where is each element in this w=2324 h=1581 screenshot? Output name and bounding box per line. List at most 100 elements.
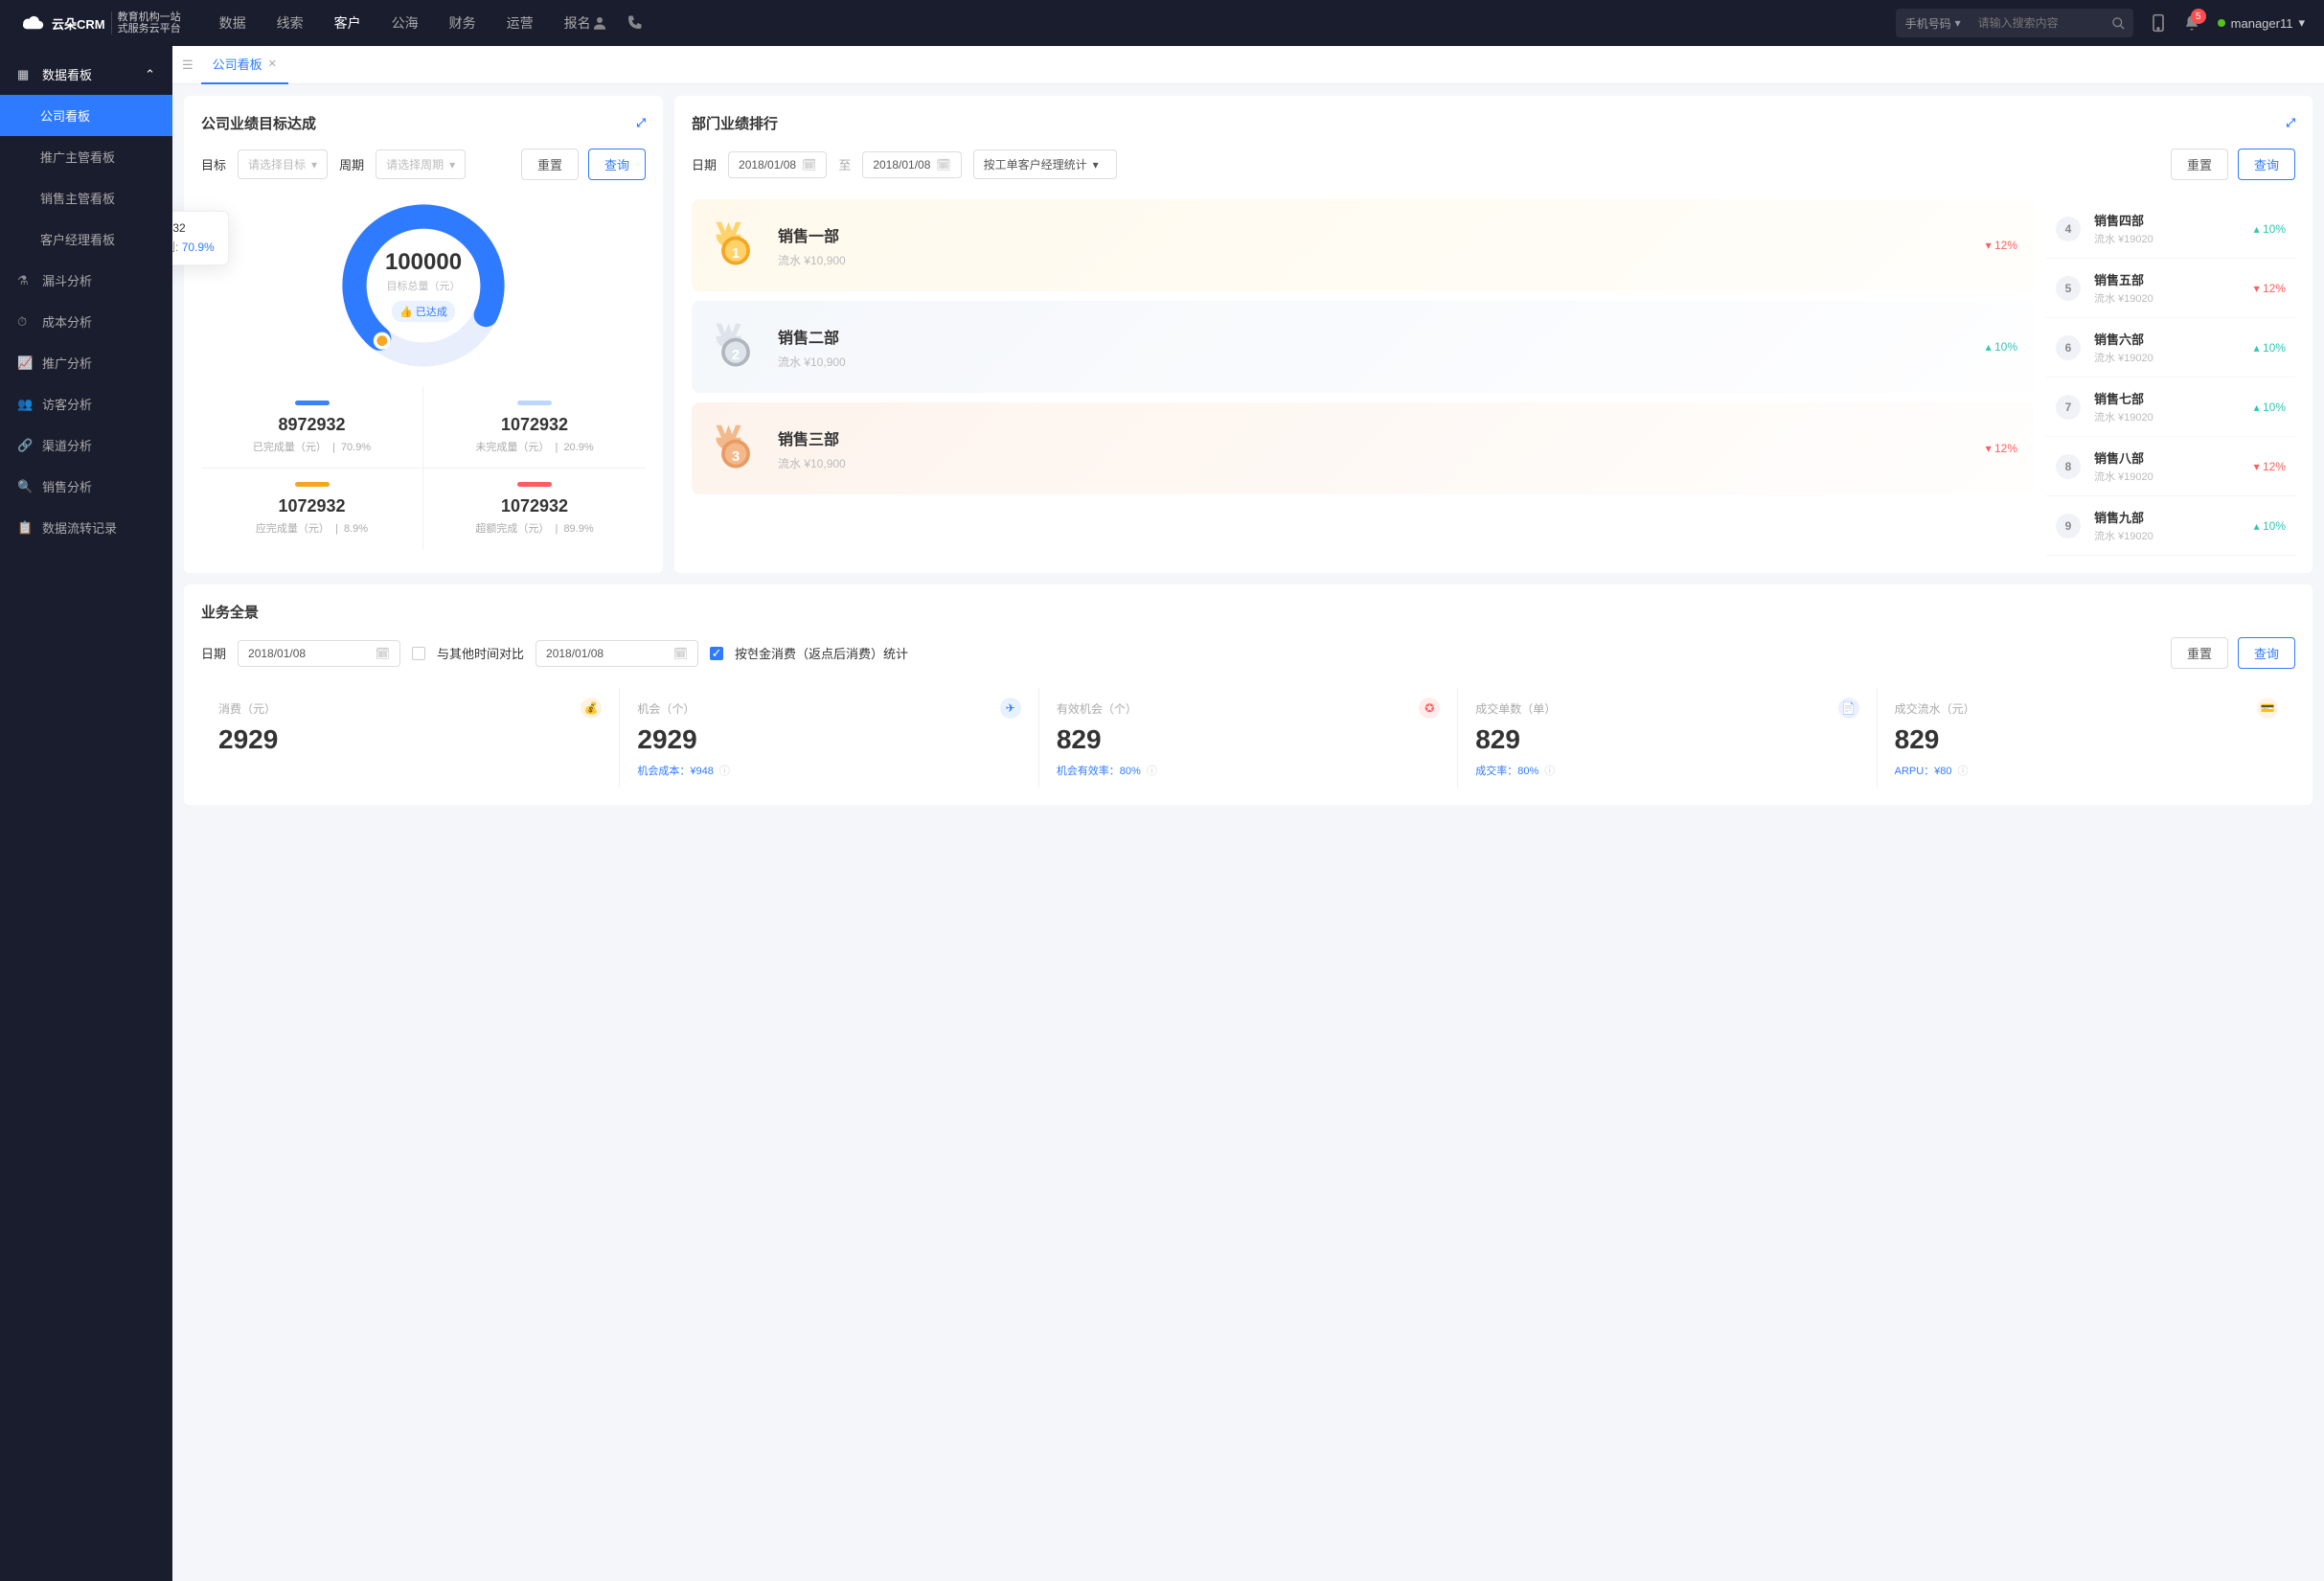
sidebar-sub-0[interactable]: 公司看板: [0, 95, 172, 136]
sidebar-item-5[interactable]: 🔍销售分析: [0, 466, 172, 507]
topnav-item-6[interactable]: 报名: [564, 13, 591, 33]
period-select[interactable]: 请选择周期▾: [376, 149, 466, 179]
nav-icon: ⚗: [17, 273, 33, 288]
sidebar-toggle-icon[interactable]: ☰: [182, 57, 194, 73]
expand-icon[interactable]: ⤢: [636, 116, 646, 130]
topnav-item-5[interactable]: 运营: [507, 13, 534, 33]
calendar-icon: 🗓: [936, 158, 950, 172]
help-icon[interactable]: ⓘ: [1958, 763, 1969, 778]
nav-icon: 📋: [17, 520, 33, 536]
user-icon[interactable]: [591, 14, 608, 32]
nav-icon: 🔍: [17, 479, 33, 494]
sidebar-item-1[interactable]: ⏱成本分析: [0, 301, 172, 342]
topnav-item-1[interactable]: 线索: [277, 13, 304, 33]
donut-chart: 100000 目标总量（元） 👍已达成: [337, 199, 510, 372]
rank-card-2[interactable]: 2销售二部流水 ¥10,900▴ 10%: [692, 301, 2035, 393]
topnav-item-2[interactable]: 客户: [334, 13, 361, 33]
chevron-down-icon: ▾: [1093, 158, 1099, 172]
trend-indicator: ▴ 10%: [1986, 340, 2017, 354]
rank-row[interactable]: 8销售八部流水 ¥19020▾ 12%: [2046, 437, 2295, 496]
search-button[interactable]: [2105, 9, 2133, 37]
dashboard-icon: ▦: [17, 67, 33, 82]
rank-row[interactable]: 4销售四部流水 ¥19020▴ 10%: [2046, 199, 2295, 259]
compare-checkbox[interactable]: [412, 647, 425, 660]
query-button[interactable]: 查询: [2238, 637, 2295, 669]
sidebar-item-4[interactable]: 🔗渠道分析: [0, 424, 172, 466]
thumbs-up-icon: 👍: [399, 306, 413, 318]
rank-panel: 部门业绩排行⤢ 日期 2018/01/08🗓 至 2018/01/08🗓 按工单…: [674, 96, 2313, 573]
rank-row[interactable]: 5销售五部流水 ¥19020▾ 12%: [2046, 259, 2295, 318]
query-button[interactable]: 查询: [588, 149, 646, 180]
tab-company-board[interactable]: 公司看板 ✕: [201, 46, 288, 84]
bell-icon[interactable]: 5: [2183, 14, 2200, 32]
rank-row[interactable]: 9销售九部流水 ¥19020▴ 10%: [2046, 496, 2295, 556]
stat-cell: 1072932未完成量（元） | 20.9%: [423, 387, 646, 469]
sidebar-item-6[interactable]: 📋数据流转记录: [0, 507, 172, 548]
reset-button[interactable]: 重置: [2171, 637, 2228, 669]
reset-button[interactable]: 重置: [2171, 149, 2228, 180]
date-from-picker[interactable]: 2018/01/08🗓: [728, 151, 827, 178]
kpi-card: 有效机会（个）✪829机会有效率：80% ⓘ: [1039, 688, 1458, 788]
rank-row[interactable]: 7销售七部流水 ¥19020▴ 10%: [2046, 378, 2295, 437]
sidebar-section-dashboard[interactable]: ▦ 数据看板 ⌃: [0, 54, 172, 95]
rank-card-1[interactable]: 1销售一部流水 ¥10,900▾ 12%: [692, 199, 2035, 291]
rank-row[interactable]: 6销售六部流水 ¥19020▴ 10%: [2046, 318, 2295, 378]
topnav-item-0[interactable]: 数据: [219, 13, 246, 33]
date-to-picker[interactable]: 2018/01/08🗓: [862, 151, 961, 178]
help-icon[interactable]: ⓘ: [719, 763, 730, 778]
search-input[interactable]: [1971, 16, 2105, 30]
topnav-item-4[interactable]: 财务: [449, 13, 476, 33]
stat-cell: 8972932已完成量（元） | 70.9%: [201, 387, 423, 469]
nav-icon: 📈: [17, 355, 33, 371]
sidebar-sub-1[interactable]: 推广主管看板: [0, 136, 172, 177]
search-type-select[interactable]: 手机号码▾: [1896, 15, 1971, 32]
medal-icon: 3: [709, 422, 763, 475]
business-panel: 业务全景 日期 2018/01/08🗓 与其他时间对比 2018/01/08🗓 …: [184, 584, 2313, 805]
main: ☰ 公司看板 ✕ 公司业绩目标达成⤢ 目标 请选择目标▾ 周期 请选择: [172, 46, 2324, 1581]
user-menu[interactable]: manager11▾: [2218, 15, 2305, 31]
chevron-down-icon: ▾: [1955, 16, 1961, 30]
group-select[interactable]: 按工单客户经理统计▾: [973, 149, 1117, 179]
goal-panel: 公司业绩目标达成⤢ 目标 请选择目标▾ 周期 请选择周期▾ 重置 查询: [184, 96, 663, 573]
rank-card-3[interactable]: 3销售三部流水 ¥10,900▾ 12%: [692, 402, 2035, 494]
help-icon[interactable]: ⓘ: [1147, 763, 1157, 778]
medal-icon: 2: [709, 320, 763, 374]
nav-icon: 🔗: [17, 438, 33, 453]
calendar-icon: 🗓: [673, 647, 688, 660]
reset-button[interactable]: 重置: [521, 149, 579, 180]
cloud-logo-icon: [19, 11, 46, 34]
mobile-icon[interactable]: [2151, 13, 2166, 33]
achieved-badge: 👍已达成: [392, 301, 455, 322]
sidebar-sub-3[interactable]: 客户经理看板: [0, 218, 172, 260]
date-picker-1[interactable]: 2018/01/08🗓: [238, 640, 400, 667]
cash-checkbox[interactable]: ✓: [710, 647, 723, 660]
date-picker-2[interactable]: 2018/01/08🗓: [535, 640, 698, 667]
sidebar-sub-2[interactable]: 销售主管看板: [0, 177, 172, 218]
kpi-icon: 📄: [1838, 698, 1859, 719]
trend-indicator: ▾ 12%: [1986, 239, 2017, 252]
status-dot: [2218, 19, 2225, 27]
expand-icon[interactable]: ⤢: [2286, 116, 2295, 130]
help-icon[interactable]: ⓘ: [1544, 763, 1555, 778]
sidebar-item-2[interactable]: 📈推广分析: [0, 342, 172, 383]
close-icon[interactable]: ✕: [268, 57, 277, 70]
chevron-down-icon: ▾: [2298, 15, 2305, 31]
kpi-card: 机会（个）✈2929机会成本：¥948 ⓘ: [620, 688, 1038, 788]
sidebar-item-3[interactable]: 👥访客分析: [0, 383, 172, 424]
target-select[interactable]: 请选择目标▾: [238, 149, 328, 179]
nav-icon: ⏱: [17, 314, 33, 330]
sidebar-item-0[interactable]: ⚗漏斗分析: [0, 260, 172, 301]
query-button[interactable]: 查询: [2238, 149, 2295, 180]
kpi-icon: ✪: [1419, 698, 1440, 719]
date-label: 日期: [692, 155, 717, 173]
top-nav: 云朵CRM 教育机构一站式服务云平台 数据线索客户公海财务运营报名 手机号码▾ …: [0, 0, 2324, 46]
logo: 云朵CRM 教育机构一站式服务云平台: [19, 11, 181, 34]
kpi-card: 成交流水（元）💳829ARPU：¥80 ⓘ: [1878, 688, 2295, 788]
kpi-icon: 💳: [2257, 698, 2278, 719]
notif-badge: 5: [2191, 9, 2206, 24]
kpi-icon: 💰: [581, 698, 602, 719]
trend-indicator: ▾ 12%: [1986, 442, 2017, 455]
topnav-item-3[interactable]: 公海: [392, 13, 419, 33]
phone-icon[interactable]: [626, 14, 643, 32]
cash-label: 按현金消费（返点后消费）统计: [735, 644, 908, 662]
